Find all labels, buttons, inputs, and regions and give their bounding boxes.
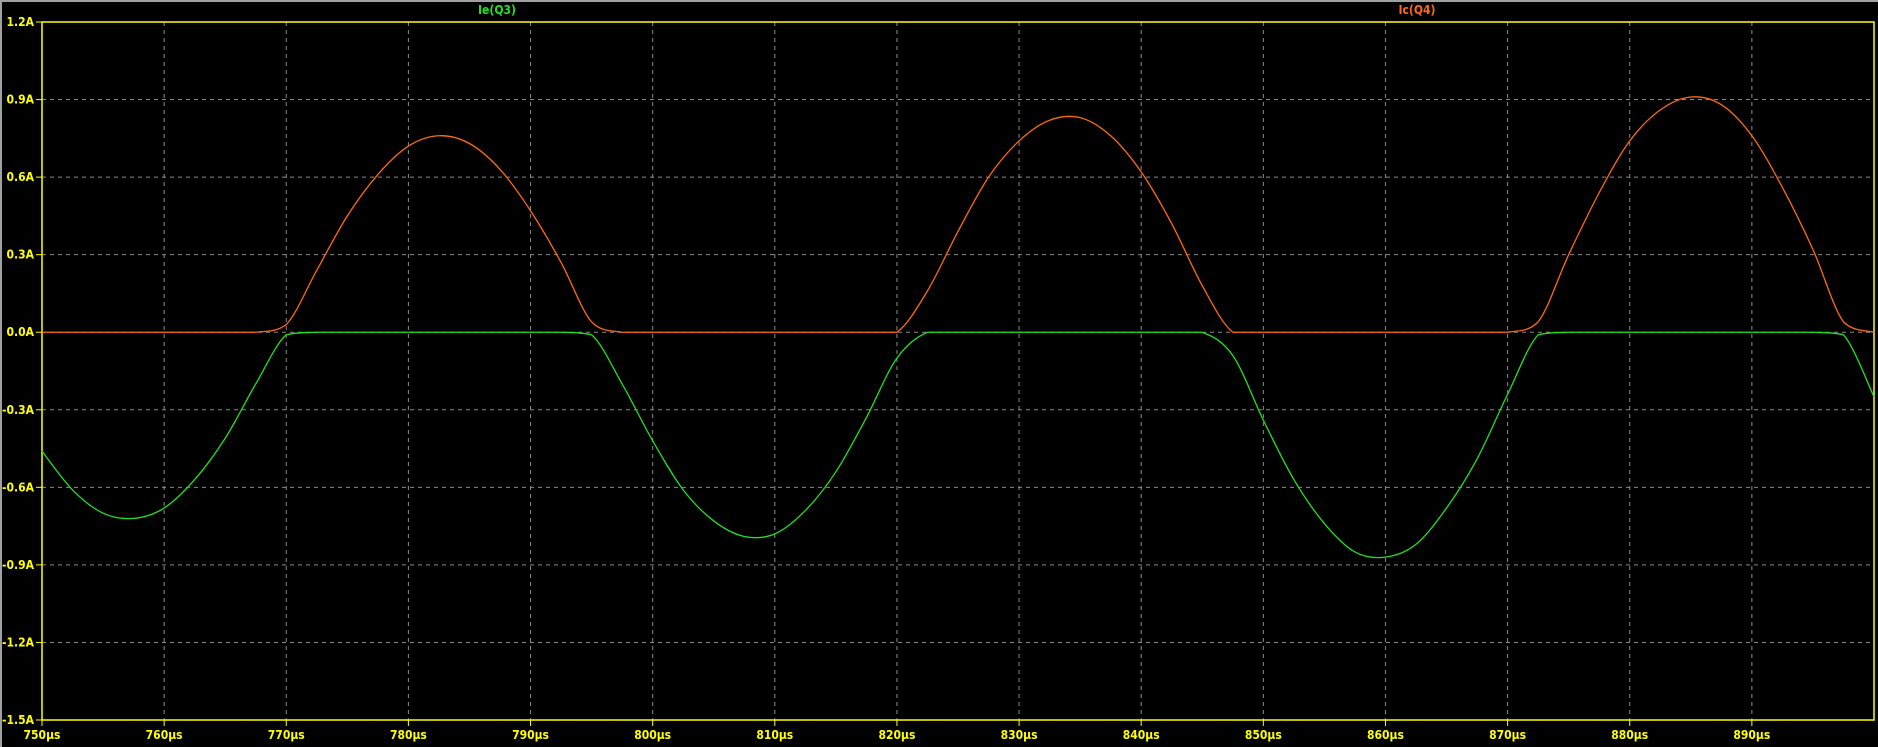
x-tick-label: 750µs bbox=[24, 728, 61, 742]
y-tick-label: 0.6A bbox=[7, 170, 35, 184]
x-tick-label: 860µs bbox=[1367, 728, 1404, 742]
y-tick-label: -1.5A bbox=[2, 713, 35, 727]
x-tick-label: 800µs bbox=[634, 728, 671, 742]
y-tick-label: 0.9A bbox=[7, 93, 35, 107]
x-tick-label: 780µs bbox=[390, 728, 427, 742]
x-tick-label: 770µs bbox=[268, 728, 305, 742]
x-tick-label: 850µs bbox=[1245, 728, 1282, 742]
x-tick-label: 840µs bbox=[1123, 728, 1160, 742]
x-tick-label: 880µs bbox=[1611, 728, 1648, 742]
series-line-icq4 bbox=[41, 96, 1875, 333]
x-tick-label: 810µs bbox=[756, 728, 793, 742]
y-tick-label: -0.6A bbox=[2, 480, 35, 494]
waveform-plot[interactable]: 750µs 760µs 770µs 780µs 790µs 800µs 810µs 820µs… bbox=[0, 0, 1878, 747]
x-tick-label: 820µs bbox=[878, 728, 915, 742]
x-tick-label: 790µs bbox=[512, 728, 549, 742]
y-tick-label: -0.9A bbox=[2, 558, 35, 572]
x-tick-label: 870µs bbox=[1489, 728, 1526, 742]
x-tick-label: 760µs bbox=[146, 728, 183, 742]
x-tick-label: 830µs bbox=[1001, 728, 1038, 742]
x-tick-label: 890µs bbox=[1733, 728, 1770, 742]
y-tick-label: 0.0A bbox=[7, 325, 35, 339]
trace-label[interactable]: Ie(Q3) bbox=[478, 3, 516, 17]
y-tick-label: -1.2A bbox=[2, 635, 35, 649]
trace-label[interactable]: Ic(Q4) bbox=[1399, 3, 1436, 17]
y-tick-label: -0.3A bbox=[2, 403, 35, 417]
y-tick-label: 0.3A bbox=[7, 248, 35, 262]
y-tick-label: 1.2A bbox=[7, 15, 35, 29]
series-line-ieq3 bbox=[41, 331, 1875, 559]
plot-border bbox=[41, 21, 1875, 721]
